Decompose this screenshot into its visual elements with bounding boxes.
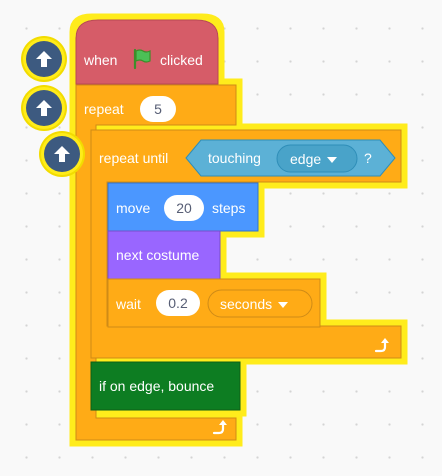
touching-question-mark: ? (364, 150, 372, 166)
if-on-edge-bounce-label: if on edge, bounce (99, 378, 215, 394)
arrow-up-icon (54, 146, 70, 162)
when-label: when (84, 52, 118, 68)
clicked-label: clicked (160, 52, 203, 68)
next-costume-label: next costume (116, 247, 200, 263)
wait-seconds-input[interactable]: 0.2 (156, 290, 200, 316)
repeat-label: repeat (84, 101, 124, 117)
wait-label: wait (116, 296, 141, 312)
repeat-until-label: repeat until (99, 150, 169, 166)
edge-dropdown[interactable]: edge (280, 146, 355, 172)
arrow-up-icon (36, 51, 52, 67)
move-label: move (116, 200, 151, 216)
dropdown-arrow-icon (278, 302, 289, 309)
seconds-dropdown[interactable]: seconds (210, 291, 310, 317)
edge-dropdown-value: edge (290, 151, 322, 167)
seconds-dropdown-value: seconds (220, 296, 273, 312)
loop-arrow-icon (212, 420, 227, 435)
green-flag-icon (133, 48, 151, 70)
move-up-button[interactable] (44, 136, 80, 172)
dropdown-arrow-icon (327, 157, 338, 164)
repeat-count-input[interactable]: 5 (140, 96, 176, 122)
move-up-button[interactable] (26, 41, 62, 77)
arrow-up-icon (36, 100, 52, 116)
loop-arrow-icon (374, 338, 389, 353)
move-steps-input[interactable]: 20 (164, 195, 204, 221)
touching-label: touching (208, 150, 261, 166)
steps-label: steps (212, 200, 246, 216)
script-canvas (75, 19, 402, 441)
move-up-button[interactable] (26, 90, 62, 126)
